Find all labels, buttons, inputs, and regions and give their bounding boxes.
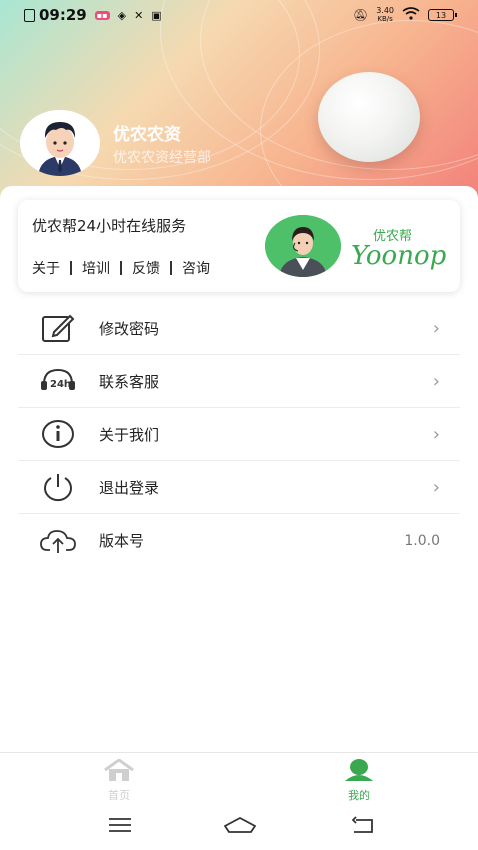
menu-item-label: 关于我们 (99, 425, 160, 444)
menu-item-version: 版本号 1.0.0 (18, 514, 460, 567)
status-bar: 09:29 ▪▪ ◈ ✕ ▣ 🔕︎ 3.40 KB/s 13 (0, 0, 478, 30)
link-about[interactable]: 关于 (32, 258, 60, 278)
link-consult[interactable]: 咨询 (182, 258, 210, 278)
menu-item-about-us[interactable]: 关于我们 › (18, 408, 460, 461)
mute-icon: 🔕︎ (352, 8, 369, 22)
profile-subtitle: 优农农资经营部 (113, 150, 211, 166)
net-speed-value: 3.40 (376, 6, 394, 15)
message-icon: ▣ (151, 8, 162, 22)
tools-icon: ✕ (134, 8, 144, 22)
header-background (0, 0, 478, 210)
headset-24h-icon: 24h (38, 363, 78, 399)
menu-item-logout[interactable]: 退出登录 › (18, 461, 460, 514)
link-training[interactable]: 培训 (82, 258, 110, 278)
location-icon: ◈ (117, 8, 127, 22)
avatar[interactable] (20, 110, 100, 176)
yoonop-logo: 优农帮 Yoonop (351, 228, 451, 271)
chevron-right-icon: › (432, 370, 440, 392)
svg-text:24h: 24h (50, 379, 71, 390)
edit-icon (38, 310, 78, 346)
user-icon (343, 759, 375, 785)
bottom-tab-bar: 首页 我的 (0, 752, 478, 806)
sim-icon (24, 8, 35, 22)
service-links: 关于 培训 反馈 咨询 (32, 258, 210, 278)
profile-name: 优农农资 (113, 125, 181, 145)
net-speed-unit: KB/s (377, 15, 393, 23)
decorative-orb (318, 72, 420, 162)
app-notification-icon: ▪▪ (94, 10, 110, 20)
link-separator (70, 261, 72, 275)
chevron-right-icon: › (432, 317, 440, 339)
cloud-upload-icon (38, 523, 78, 559)
menu-item-contact-service[interactable]: 24h 联系客服 › (18, 355, 460, 408)
link-feedback[interactable]: 反馈 (132, 258, 160, 278)
service-card-title: 优农帮24小时在线服务 (32, 217, 187, 235)
tab-mine[interactable]: 我的 (329, 759, 389, 803)
tab-home-label: 首页 (108, 789, 130, 802)
menu-icon[interactable] (108, 816, 132, 838)
menu-item-label: 退出登录 (99, 478, 160, 497)
menu-item-change-password[interactable]: 修改密码 › (18, 302, 460, 355)
chevron-right-icon: › (432, 476, 440, 498)
home-nav-icon[interactable] (223, 816, 257, 838)
link-separator (170, 261, 172, 275)
system-navigation-bar (0, 806, 478, 850)
power-icon (38, 469, 78, 505)
home-icon (103, 758, 135, 785)
tab-mine-label: 我的 (348, 789, 370, 802)
version-value: 1.0.0 (404, 532, 440, 549)
chevron-right-icon: › (432, 423, 440, 445)
tab-home[interactable]: 首页 (89, 758, 149, 803)
settings-menu: 修改密码 › 24h 联系客服 › 关于我们 › 退出登录 › 版本号 1.0.… (18, 302, 460, 567)
wifi-icon (402, 7, 420, 23)
service-card[interactable]: 优农帮24小时在线服务 关于 培训 反馈 咨询 优农帮 Yoonop (18, 200, 460, 292)
brand-en-text: Yoonop (351, 241, 447, 270)
menu-item-label: 版本号 (99, 532, 145, 550)
link-separator (120, 261, 122, 275)
customer-service-agent-image (265, 215, 341, 277)
menu-item-label: 联系客服 (99, 372, 160, 391)
info-icon (38, 416, 78, 452)
menu-item-label: 修改密码 (99, 319, 160, 338)
battery-level: 13 (435, 10, 447, 20)
battery-icon: 13 (428, 9, 457, 21)
clock: 09:29 (39, 6, 87, 24)
back-icon[interactable] (351, 816, 376, 838)
